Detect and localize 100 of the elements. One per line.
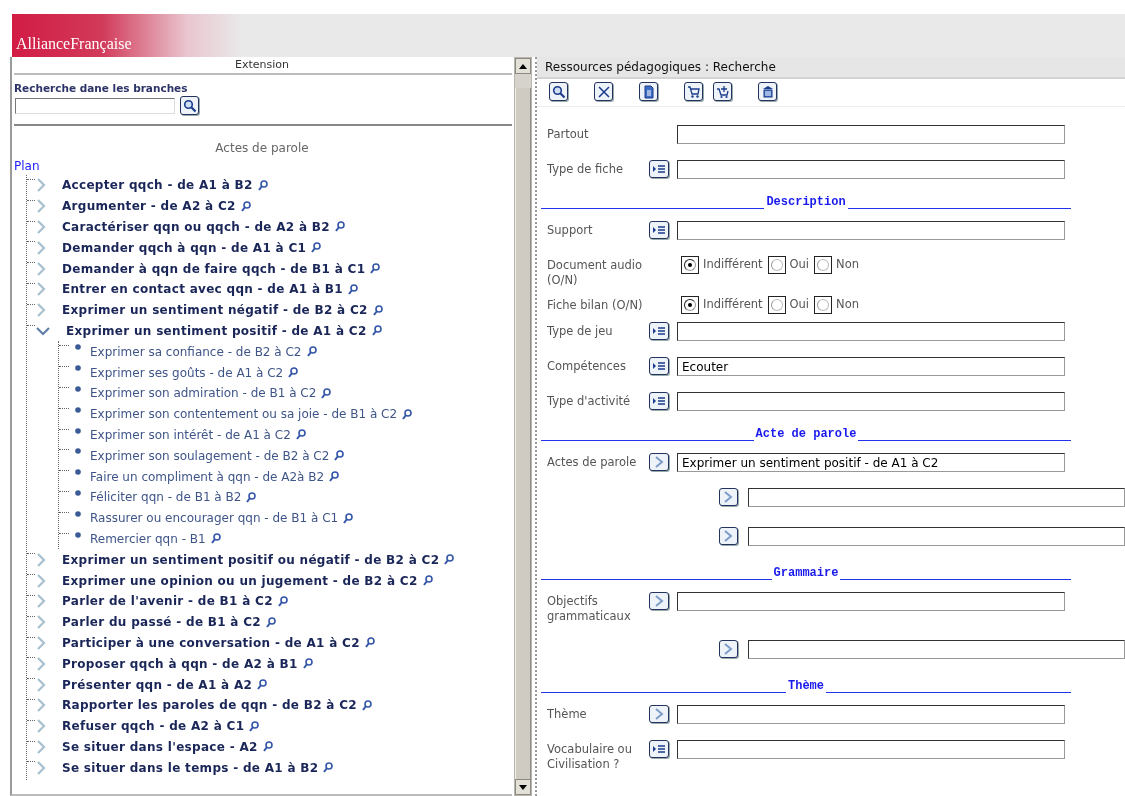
magnifier-icon[interactable] [277, 595, 288, 607]
tree-item[interactable]: Exprimer son admiration - de B1 à C2 [90, 386, 317, 401]
radio-button[interactable] [814, 296, 833, 314]
input-field[interactable] [747, 527, 1125, 546]
tree-item[interactable]: Se situer dans l'espace - A2 [62, 739, 258, 754]
radio-button[interactable] [814, 256, 833, 274]
select-button[interactable] [719, 488, 738, 506]
tree-item[interactable]: Accepter qqch - de A1 à B2 [62, 178, 253, 193]
tree-item[interactable]: Parler de l'avenir - de B1 à C2 [62, 594, 273, 609]
chevron-down-icon[interactable] [36, 325, 50, 336]
magnifier-icon[interactable] [364, 637, 375, 649]
list-button[interactable] [649, 357, 669, 375]
magnifier-icon[interactable] [257, 179, 268, 191]
magnifier-icon[interactable] [321, 387, 332, 399]
magnifier-icon[interactable] [240, 200, 251, 212]
select-button[interactable] [649, 453, 669, 471]
magnifier-icon[interactable] [266, 616, 276, 628]
archive-button[interactable] [758, 82, 777, 101]
scroll-down-button[interactable] [515, 779, 531, 795]
input-field[interactable]: Ecouter [677, 357, 1065, 376]
input-field[interactable] [677, 740, 1065, 759]
search-field[interactable] [15, 97, 175, 114]
tree-item[interactable]: Parler du passé - de B1 à C2 [62, 615, 261, 630]
list-button[interactable] [649, 392, 669, 410]
magnifier-icon[interactable] [249, 720, 260, 732]
input-field[interactable] [677, 592, 1065, 611]
search-button[interactable] [549, 82, 568, 101]
magnifier-icon[interactable] [444, 554, 455, 566]
tree-item[interactable]: Caractériser qqn ou qqch - de A2 à B2 [62, 220, 330, 234]
input-field[interactable] [677, 705, 1065, 724]
radio-button[interactable] [767, 256, 786, 274]
tree-item[interactable]: Exprimer son soulagement - de B2 à C2 [90, 448, 330, 463]
list-button[interactable] [649, 160, 669, 178]
tree-item[interactable]: Exprimer son intérêt - de A1 à C2 [90, 427, 291, 442]
tree-item[interactable]: Exprimer un sentiment positif ou négatif - de B2 à C2 [62, 552, 440, 567]
tree-item[interactable]: Demander à qqn de faire qqch - de B1 à C1 [62, 261, 366, 276]
magnifier-icon[interactable] [372, 304, 383, 316]
input-field[interactable] [677, 160, 1065, 179]
magnifier-icon[interactable] [402, 408, 413, 420]
magnifier-icon[interactable] [295, 429, 306, 441]
magnifier-icon[interactable] [347, 283, 358, 295]
tree-item[interactable]: Rapporter les paroles de qqn - de B2 à C2 [62, 698, 357, 713]
tree-item[interactable]: Exprimer ses goûts - de A1 à C2 [90, 365, 284, 380]
magnifier-icon[interactable] [306, 346, 317, 358]
select-button[interactable] [719, 527, 738, 545]
tree-item[interactable]: Faire un compliment à qqn - de A2à B2 [90, 469, 325, 484]
magnifier-icon[interactable] [288, 367, 299, 379]
tree-item[interactable]: Participer à une conversation - de A1 à C2 [62, 635, 360, 650]
cart-add-button[interactable] [713, 82, 732, 101]
magnifier-icon[interactable] [323, 762, 334, 774]
tree-item[interactable]: Exprimer un sentiment positif - de A1 à C2 [66, 323, 367, 338]
select-button[interactable] [649, 592, 669, 610]
magnifier-icon[interactable] [257, 679, 268, 690]
tree-item[interactable]: Refuser qqch - de A2 à C1 [62, 719, 245, 734]
tree-item[interactable]: Féliciter qqn - de B1 à B2 [90, 490, 242, 505]
magnifier-icon[interactable] [343, 512, 354, 524]
list-button[interactable] [649, 740, 669, 758]
search-button[interactable] [180, 96, 199, 115]
magnifier-icon[interactable] [370, 263, 381, 275]
tree-item[interactable]: Remercier qqn - B1 [90, 531, 206, 546]
tree-item[interactable]: Argumenter - de A2 à C2 [62, 199, 236, 214]
magnifier-icon[interactable] [361, 699, 372, 711]
input-field[interactable] [677, 392, 1065, 411]
select-button[interactable] [719, 640, 738, 658]
input-field[interactable] [677, 221, 1065, 240]
input-field[interactable] [747, 488, 1125, 507]
scroll-up-button[interactable] [515, 58, 531, 74]
tree-item[interactable]: Exprimer un sentiment négatif - de B2 à C2 [62, 303, 368, 318]
tree-item[interactable]: Exprimer son contentement ou sa joie - de B1 à C2 [90, 407, 398, 422]
input-field[interactable] [747, 640, 1125, 659]
tree-item[interactable]: Demander qqch à qqn - de A1 à C1 [62, 240, 307, 255]
magnifier-icon[interactable] [329, 471, 340, 483]
magnifier-icon[interactable] [311, 242, 322, 254]
list-button[interactable] [649, 221, 669, 239]
magnifier-icon[interactable] [334, 450, 345, 462]
input-field[interactable] [677, 125, 1065, 144]
cart-button[interactable] [684, 82, 703, 101]
magnifier-icon[interactable] [334, 221, 345, 233]
tree-item[interactable]: Entrer en contact avec qqn - de A1 à B1 [62, 282, 343, 297]
scroll-thumb[interactable] [515, 88, 531, 779]
clear-button[interactable] [594, 82, 613, 101]
magnifier-icon[interactable] [422, 575, 433, 587]
magnifier-icon[interactable] [262, 741, 273, 753]
tree-item[interactable]: Présenter qqn - de A1 à A2 [62, 677, 253, 692]
tree-item[interactable]: Rassurer ou encourager qqn - de B1 à C1 [90, 511, 339, 526]
magnifier-icon[interactable] [246, 491, 257, 503]
magnifier-icon[interactable] [210, 533, 221, 545]
magnifier-icon[interactable] [371, 325, 382, 337]
tree-item[interactable]: Exprimer une opinion ou un jugement - de B2 à C2 [62, 573, 418, 588]
radio-button[interactable] [681, 296, 699, 314]
document-button[interactable] [639, 82, 658, 101]
input-field[interactable]: Exprimer un sentiment positif - de A1 à C2 [677, 453, 1065, 472]
radio-button[interactable] [681, 256, 699, 274]
select-button[interactable] [649, 705, 669, 723]
magnifier-icon[interactable] [302, 658, 313, 670]
tree-item[interactable]: Se situer dans le temps - de A1 à B2 [62, 760, 319, 775]
radio-button[interactable] [767, 296, 786, 314]
input-field[interactable] [677, 322, 1065, 341]
plan-link[interactable]: Plan [14, 159, 40, 173]
scrollbar[interactable] [514, 57, 532, 796]
